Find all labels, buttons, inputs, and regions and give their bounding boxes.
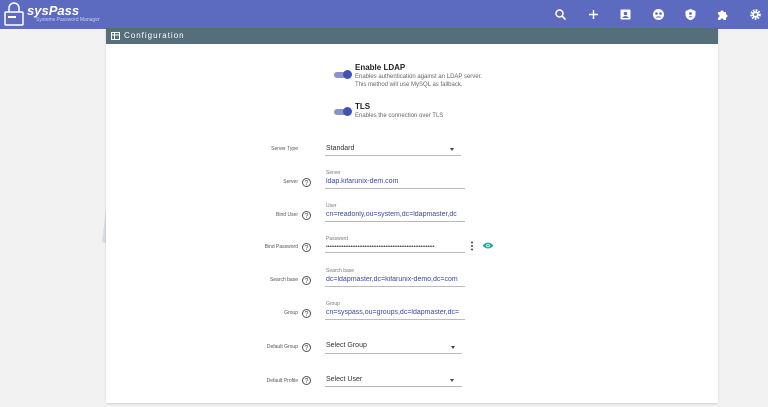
bind-password-underline: [325, 252, 465, 253]
visibility-eye-icon[interactable]: [482, 241, 494, 250]
enable-ldap-toggle[interactable]: [334, 70, 352, 79]
enable-ldap-desc-fallback: This method will use MySQL as fallback.: [355, 82, 463, 88]
server-type-select[interactable]: Standard: [326, 145, 354, 152]
search-base-input[interactable]: dc=ldapmaster,dc=kifarunix-demo,dc=com: [326, 276, 464, 283]
server-type-underline: [325, 155, 461, 156]
table-icon: [111, 32, 120, 40]
tls-desc: Enables the connection over TLS: [355, 113, 444, 119]
bind-user-caption: User: [326, 203, 337, 209]
configuration-card: Configuration Enable LDAP Enables authen…: [106, 28, 718, 403]
groups-icon[interactable]: [652, 8, 665, 21]
default-group-underline: [325, 353, 462, 354]
chevron-down-icon[interactable]: [451, 346, 455, 349]
app-tagline: Systems Password Manager: [36, 17, 100, 23]
default-group-select[interactable]: Select Group: [326, 342, 367, 349]
default-profile-select[interactable]: Select User: [326, 376, 362, 383]
server-caption: Server: [326, 170, 341, 176]
search-icon[interactable]: [554, 8, 567, 21]
server-label: Server: [283, 179, 298, 185]
default-profile-underline: [325, 386, 462, 387]
group-label: Group: [284, 310, 298, 316]
default-profile-label: Default Profile: [266, 378, 298, 384]
account-box-icon[interactable]: [619, 8, 632, 21]
add-icon[interactable]: [587, 8, 600, 21]
app-name[interactable]: sysPass: [27, 3, 79, 18]
server-underline: [325, 188, 465, 189]
group-caption: Group: [326, 301, 340, 307]
help-icon[interactable]: ?: [302, 211, 311, 220]
plugins-icon[interactable]: [716, 8, 729, 21]
chevron-down-icon[interactable]: [450, 148, 454, 151]
default-group-label: Default Group: [266, 344, 298, 350]
server-input[interactable]: ldap.kifarunix-dem.com: [326, 178, 466, 185]
bind-user-underline: [325, 221, 465, 222]
help-icon[interactable]: ?: [302, 243, 311, 252]
group-input[interactable]: cn=syspass,ou=groups,dc=ldapmaster,dc=: [326, 309, 464, 316]
group-underline: [325, 319, 465, 320]
help-icon[interactable]: ?: [302, 343, 311, 352]
search-base-caption: Search base: [326, 268, 355, 274]
bind-user-input[interactable]: cn=readonly,ou=system,dc=ldapmaster,dc: [326, 211, 464, 218]
card-header: Configuration: [106, 28, 718, 44]
enable-ldap-title: Enable LDAP: [355, 63, 406, 72]
help-icon[interactable]: ?: [302, 178, 311, 187]
tls-title: TLS: [355, 102, 371, 111]
top-app-bar: sysPass Systems Password Manager: [0, 0, 768, 29]
more-vert-icon[interactable]: [470, 241, 474, 251]
bind-password-caption: Password: [326, 236, 348, 242]
help-icon[interactable]: ?: [302, 376, 311, 385]
chevron-down-icon[interactable]: [450, 379, 454, 382]
help-icon[interactable]: ?: [302, 309, 311, 318]
server-type-label: Server Type: [271, 146, 298, 152]
section-title: Configuration: [124, 31, 185, 40]
search-base-underline: [325, 286, 465, 287]
bind-password-input[interactable]: ••••••••••••••••••••••••••••••••••••••••…: [326, 244, 464, 250]
bind-user-label: Bind User: [276, 212, 298, 218]
padlock-logo-icon[interactable]: [4, 2, 24, 26]
tls-toggle[interactable]: [334, 107, 352, 116]
enable-ldap-desc: Enables authentication against an LDAP s…: [355, 74, 482, 80]
bind-password-label: Bind Password: [264, 244, 298, 250]
help-icon[interactable]: ?: [302, 276, 311, 285]
security-shield-icon[interactable]: [684, 8, 697, 21]
settings-gear-icon[interactable]: [749, 8, 762, 21]
search-base-label: Search base: [269, 277, 298, 283]
